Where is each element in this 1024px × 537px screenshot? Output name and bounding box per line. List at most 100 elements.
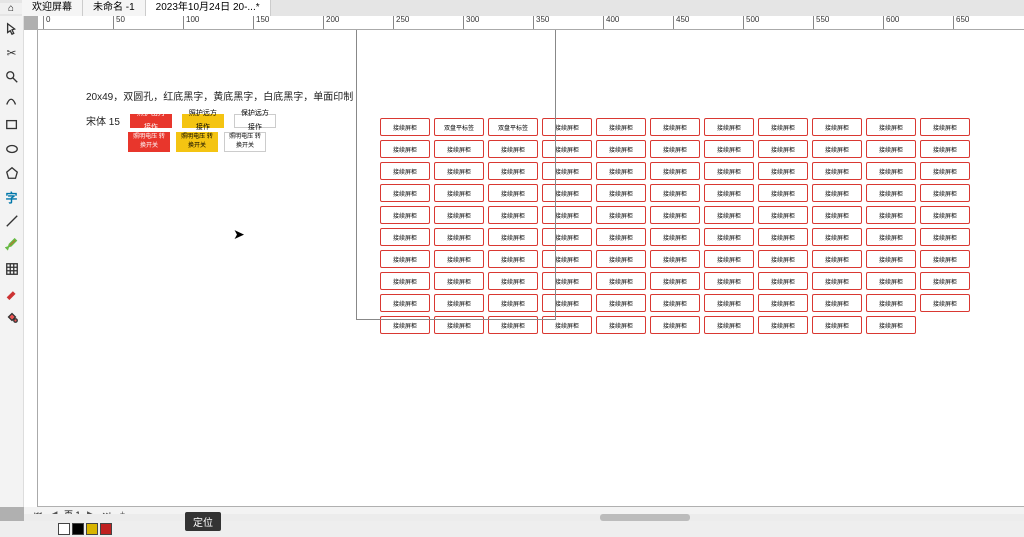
label-cell[interactable]: 接续屏柜 <box>920 228 970 246</box>
label-cell[interactable]: 接续屏柜 <box>920 140 970 158</box>
label-cell[interactable]: 接续屏柜 <box>758 272 808 290</box>
label-cell[interactable]: 接续屏柜 <box>812 316 862 334</box>
toolbox: ✂︎ 字 <box>0 16 24 507</box>
ruler-tick: 600 <box>883 16 899 30</box>
label-cell[interactable]: 接续屏柜 <box>650 316 700 334</box>
label-cell[interactable]: 接续屏柜 <box>596 162 646 180</box>
label-cell[interactable]: 接续屏柜 <box>866 228 916 246</box>
label-cell[interactable]: 接续屏柜 <box>812 272 862 290</box>
label-cell[interactable]: 接续屏柜 <box>596 140 646 158</box>
label-cell[interactable]: 接续屏柜 <box>812 162 862 180</box>
label-cell[interactable]: 接续屏柜 <box>866 206 916 224</box>
label-cell[interactable]: 接续屏柜 <box>758 206 808 224</box>
label-cell[interactable]: 接续屏柜 <box>704 118 754 136</box>
label-cell[interactable]: 接续屏柜 <box>596 294 646 312</box>
label-cell[interactable]: 接续屏柜 <box>758 316 808 334</box>
canvas-viewport[interactable]: 20x49，双圆孔，红底黑字，黄底黑字，白底黑字，单面印制 宋体 15 照护出力… <box>38 30 1024 507</box>
label-cell[interactable]: 接续屏柜 <box>866 272 916 290</box>
label-cell[interactable]: 接续屏柜 <box>596 272 646 290</box>
label-cell[interactable]: 接续屏柜 <box>920 294 970 312</box>
label-cell[interactable]: 接续屏柜 <box>758 294 808 312</box>
label-cell[interactable]: 接续屏柜 <box>758 184 808 202</box>
ellipse-tool-icon[interactable] <box>3 140 21 158</box>
grid-tool-icon[interactable] <box>3 260 21 278</box>
tab-active-doc[interactable]: 2023年10月24日 20-...* <box>146 0 271 16</box>
label-cell[interactable]: 接续屏柜 <box>920 206 970 224</box>
label-cell[interactable]: 接续屏柜 <box>596 316 646 334</box>
label-cell[interactable]: 接续屏柜 <box>596 228 646 246</box>
label-cell[interactable]: 接续屏柜 <box>866 316 916 334</box>
label-cell[interactable]: 接续屏柜 <box>812 184 862 202</box>
label-cell[interactable]: 接续屏柜 <box>704 206 754 224</box>
label-cell[interactable]: 接续屏柜 <box>650 206 700 224</box>
crop-tool-icon[interactable]: ✂︎ <box>3 44 21 62</box>
label-cell[interactable]: 接续屏柜 <box>704 228 754 246</box>
pen-tool-icon[interactable] <box>3 236 21 254</box>
label-cell[interactable]: 接续屏柜 <box>866 250 916 268</box>
label-cell[interactable]: 接续屏柜 <box>920 162 970 180</box>
label-cell[interactable]: 接续屏柜 <box>812 140 862 158</box>
label-cell[interactable]: 接续屏柜 <box>596 206 646 224</box>
label-cell[interactable]: 接续屏柜 <box>758 228 808 246</box>
label-cell[interactable]: 接续屏柜 <box>812 294 862 312</box>
horizontal-scrollbar-track[interactable] <box>24 514 1024 521</box>
label-cell[interactable]: 接续屏柜 <box>650 228 700 246</box>
page-surface[interactable]: 20x49，双圆孔，红底黑字，黄底黑字，白底黑字，单面印制 宋体 15 照护出力… <box>38 30 1024 506</box>
swatch-red[interactable] <box>100 523 112 535</box>
pointer-tool-icon[interactable] <box>3 20 21 38</box>
tab-unnamed-1[interactable]: 未命名 -1 <box>83 0 146 16</box>
polygon-tool-icon[interactable] <box>3 164 21 182</box>
label-cell[interactable]: 接续屏柜 <box>704 250 754 268</box>
label-cell[interactable]: 接续屏柜 <box>596 184 646 202</box>
swatch-yellow[interactable] <box>86 523 98 535</box>
selection-rectangle[interactable] <box>356 30 556 320</box>
label-cell[interactable]: 接续屏柜 <box>758 118 808 136</box>
label-cell[interactable]: 接续屏柜 <box>812 228 862 246</box>
label-cell[interactable]: 接续屏柜 <box>758 250 808 268</box>
home-icon: ⌂ <box>8 3 14 14</box>
label-cell[interactable]: 接续屏柜 <box>650 250 700 268</box>
label-cell[interactable]: 接续屏柜 <box>650 184 700 202</box>
label-cell[interactable]: 接续屏柜 <box>866 294 916 312</box>
label-cell[interactable]: 接续屏柜 <box>650 272 700 290</box>
label-cell[interactable]: 接续屏柜 <box>920 272 970 290</box>
label-cell[interactable]: 接续屏柜 <box>704 294 754 312</box>
label-cell[interactable]: 接续屏柜 <box>650 118 700 136</box>
label-cell[interactable]: 接续屏柜 <box>704 272 754 290</box>
label-cell[interactable]: 接续屏柜 <box>704 316 754 334</box>
label-cell[interactable]: 接续屏柜 <box>596 250 646 268</box>
home-button[interactable]: ⌂ <box>0 3 22 14</box>
label-cell[interactable]: 接续屏柜 <box>704 184 754 202</box>
swatch-white[interactable] <box>58 523 70 535</box>
zoom-tool-icon[interactable] <box>3 68 21 86</box>
label-cell[interactable]: 接续屏柜 <box>866 184 916 202</box>
horizontal-scrollbar-thumb[interactable] <box>600 514 690 521</box>
label-cell[interactable]: 接续屏柜 <box>920 184 970 202</box>
label-cell[interactable]: 接续屏柜 <box>704 162 754 180</box>
label-cell[interactable]: 接续屏柜 <box>866 140 916 158</box>
label-cell[interactable]: 接续屏柜 <box>866 162 916 180</box>
swatch-black[interactable] <box>72 523 84 535</box>
line-tool-icon[interactable] <box>3 212 21 230</box>
label-cell[interactable]: 接续屏柜 <box>650 140 700 158</box>
fill-tool-icon[interactable] <box>3 308 21 326</box>
label-cell[interactable]: 接续屏柜 <box>596 118 646 136</box>
label-cell[interactable]: 接续屏柜 <box>866 118 916 136</box>
label-cell[interactable]: 接续屏柜 <box>812 118 862 136</box>
rect-tool-icon[interactable] <box>3 116 21 134</box>
label-cell[interactable]: 接续屏柜 <box>812 206 862 224</box>
label-cell[interactable]: 接续屏柜 <box>812 250 862 268</box>
vertical-ruler <box>24 30 38 507</box>
label-cell[interactable]: 接续屏柜 <box>704 140 754 158</box>
label-cell[interactable]: 接续屏柜 <box>650 162 700 180</box>
freehand-tool-icon[interactable] <box>3 92 21 110</box>
text-tool-icon[interactable]: 字 <box>3 188 21 206</box>
font-spec-label: 宋体 15 <box>86 113 120 128</box>
label-cell[interactable]: 接续屏柜 <box>758 162 808 180</box>
tab-welcome[interactable]: 欢迎屏幕 <box>22 0 83 16</box>
label-cell[interactable]: 接续屏柜 <box>758 140 808 158</box>
label-cell[interactable]: 接续屏柜 <box>920 118 970 136</box>
label-cell[interactable]: 接续屏柜 <box>650 294 700 312</box>
eyedropper-tool-icon[interactable] <box>3 284 21 302</box>
label-cell[interactable]: 接续屏柜 <box>920 250 970 268</box>
